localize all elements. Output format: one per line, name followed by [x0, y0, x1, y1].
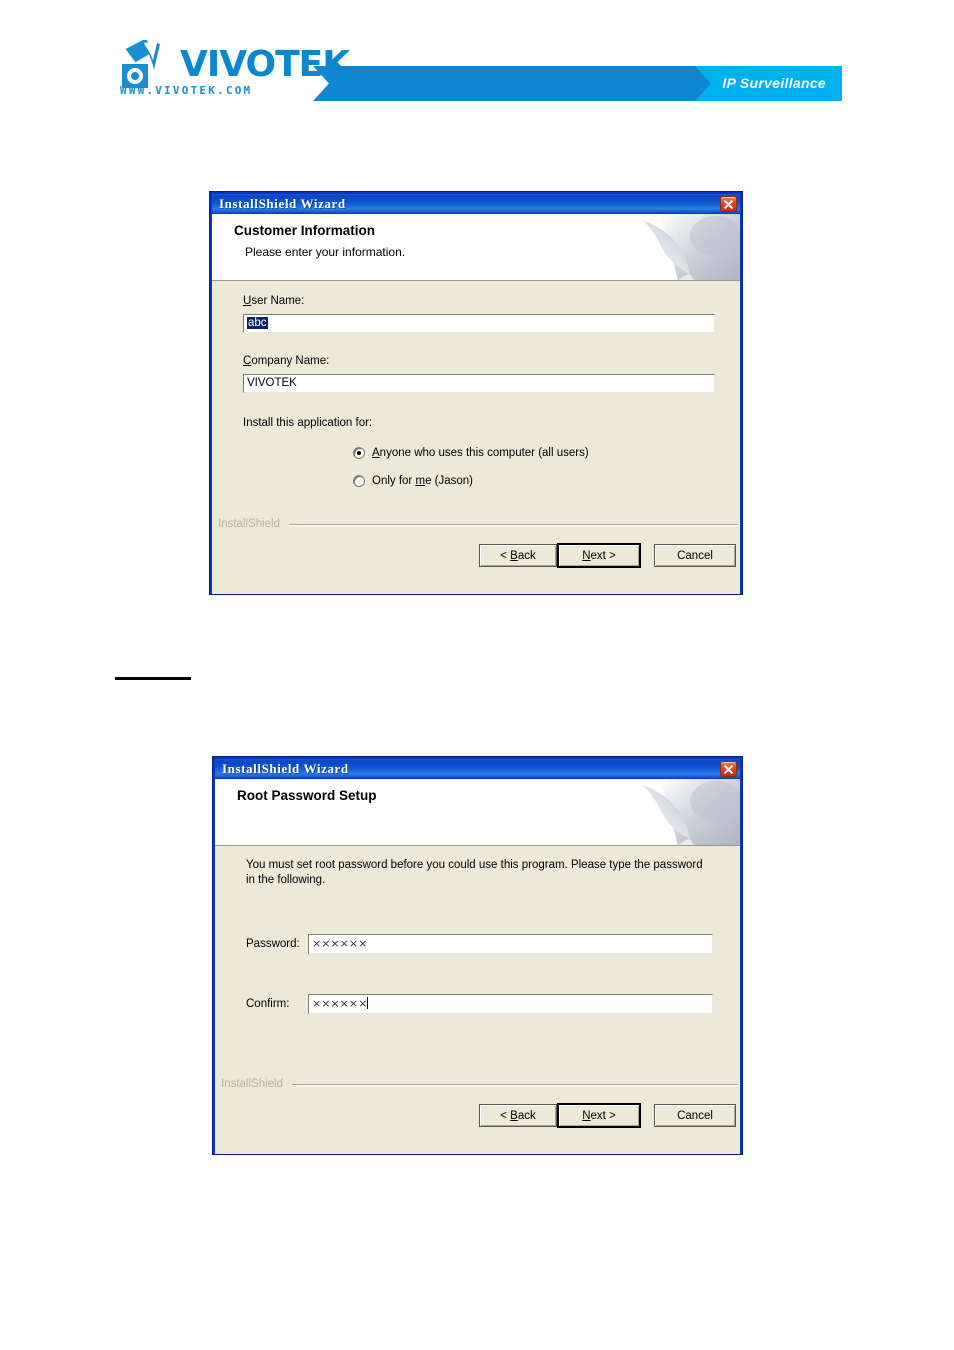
dialog2-installshield-mark: InstallShield: [221, 1078, 284, 1090]
confirm-label: Confirm:: [246, 998, 290, 1010]
installshield-dialog-customer-information: InstallShield Wizard Customer Informatio…: [210, 192, 742, 594]
user-name-label: User Name:: [243, 295, 305, 307]
password-input[interactable]: ××××××: [308, 934, 713, 954]
install-for-label: Install this application for:: [243, 417, 373, 429]
radio-label-only-me: Only for me (Jason): [372, 475, 473, 487]
radio-label-all-users: Anyone who uses this computer (all users…: [372, 447, 589, 459]
dialog2-title: InstallShield Wizard: [222, 760, 349, 776]
dialog1-installshield-mark: InstallShield: [218, 518, 281, 530]
banner-label: IP Surveillance: [722, 75, 826, 91]
next-button[interactable]: Next >: [557, 543, 641, 568]
curled-paper-graphic: [620, 214, 740, 280]
dialog1-footer-divider: [289, 524, 738, 526]
password-value: ××××××: [312, 937, 368, 950]
dialog1-subheading: Please enter your information.: [245, 245, 406, 259]
page-header: VIVOTEK WWW.VIVOTEK.COM IP Surveillance: [0, 0, 954, 130]
text-caret: [367, 997, 369, 1009]
dialog1-header-banner: Customer Information Please enter your i…: [212, 214, 740, 281]
logo-url: WWW.VIVOTEK.COM: [120, 84, 253, 97]
root-password-instruction: You must set root password before you co…: [246, 859, 703, 886]
confirm-value: ××××××: [312, 997, 368, 1010]
dialog1-heading: Customer Information: [234, 223, 376, 238]
dialog2-footer-divider: [292, 1084, 738, 1086]
cancel-button[interactable]: Cancel: [654, 1104, 736, 1127]
close-icon[interactable]: [720, 196, 737, 212]
close-icon[interactable]: [720, 761, 737, 777]
ip-surveillance-banner: IP Surveillance: [313, 66, 842, 101]
company-name-value: VIVOTEK: [247, 377, 297, 389]
radio-indicator-only-me: [353, 475, 365, 487]
next-button[interactable]: Next >: [557, 1103, 641, 1128]
radio-indicator-all-users: [353, 447, 365, 459]
radio-only-me[interactable]: Only for me (Jason): [353, 475, 473, 487]
dialog2-body: You must set root password before you co…: [215, 846, 740, 1154]
dialog1-titlebar: InstallShield Wizard: [212, 194, 740, 214]
confirm-input[interactable]: ××××××: [308, 994, 713, 1014]
user-name-input[interactable]: abc: [243, 314, 715, 333]
user-name-value: abc: [247, 317, 268, 329]
radio-all-users[interactable]: Anyone who uses this computer (all users…: [353, 447, 589, 459]
section-divider-rule: [115, 677, 191, 680]
vivotek-logo: VIVOTEK WWW.VIVOTEK.COM: [118, 38, 350, 102]
dialog2-heading: Root Password Setup: [237, 788, 377, 803]
dialog1-body: User Name: abc Company Name: VIVOTEK Ins…: [212, 281, 740, 594]
cancel-button[interactable]: Cancel: [654, 544, 736, 567]
dialog2-titlebar: InstallShield Wizard: [215, 759, 740, 779]
dialog1-title: InstallShield Wizard: [219, 195, 346, 211]
back-button[interactable]: < Back: [479, 1104, 557, 1127]
password-label: Password:: [246, 938, 300, 950]
company-name-label: Company Name:: [243, 355, 330, 367]
company-name-input[interactable]: VIVOTEK: [243, 374, 715, 393]
installshield-dialog-root-password-setup: InstallShield Wizard Root Password Setup: [213, 757, 742, 1154]
back-button[interactable]: < Back: [479, 544, 557, 567]
dialog2-header-banner: Root Password Setup: [215, 779, 740, 846]
curled-paper-graphic: [620, 779, 740, 845]
